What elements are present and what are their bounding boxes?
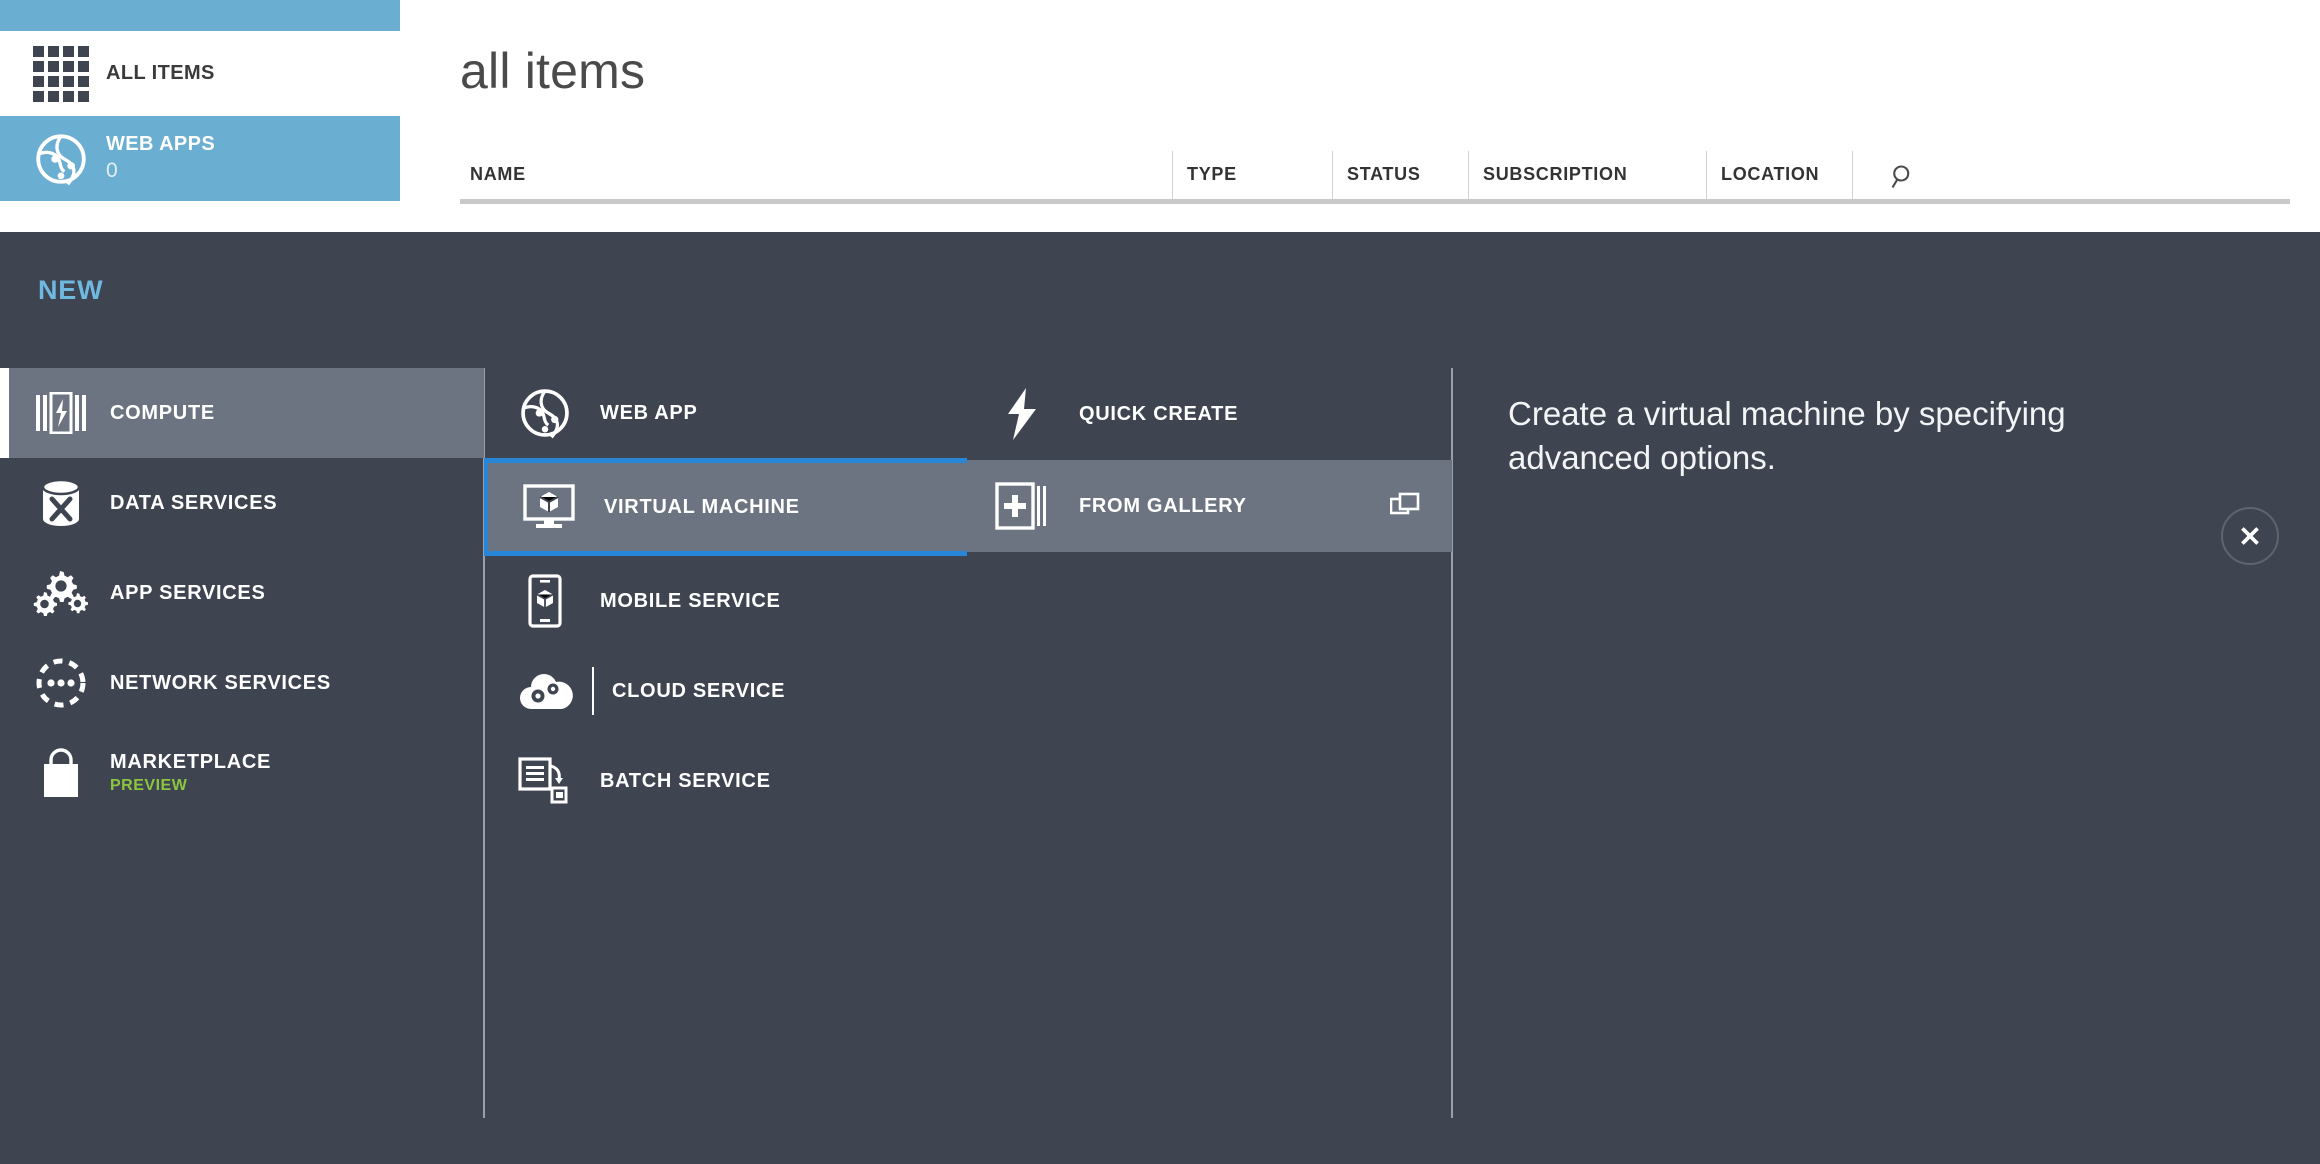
nav-item-label: WEB APPS bbox=[106, 133, 215, 156]
category-item-app-services[interactable]: APP SERVICES bbox=[0, 548, 484, 638]
new-panel-title: NEW bbox=[38, 275, 103, 306]
category-label: COMPUTE bbox=[110, 402, 215, 425]
azure-portal-root: ALL ITEMS WEB APPS 0 bbox=[0, 0, 2320, 1164]
column-header-subscription[interactable]: SUBSCRIPTION bbox=[1468, 151, 1706, 199]
nav-item-all-items[interactable]: ALL ITEMS bbox=[0, 31, 400, 116]
category-item-marketplace[interactable]: MARKETPLACE PREVIEW bbox=[0, 728, 484, 818]
grid-icon bbox=[24, 46, 98, 102]
category-item-network-services[interactable]: NETWORK SERVICES bbox=[0, 638, 484, 728]
action-label: FROM GALLERY bbox=[1079, 495, 1247, 518]
compute-icon bbox=[30, 385, 92, 441]
category-item-compute[interactable]: COMPUTE bbox=[0, 368, 484, 458]
category-sublabel-preview: PREVIEW bbox=[110, 777, 271, 795]
service-label: BATCH SERVICE bbox=[600, 770, 771, 793]
action-item-from-gallery[interactable]: FROM GALLERY bbox=[967, 460, 1452, 552]
category-label: NETWORK SERVICES bbox=[110, 672, 331, 695]
close-icon[interactable] bbox=[2221, 507, 2279, 565]
network-icon bbox=[30, 655, 92, 711]
action-label: QUICK CREATE bbox=[1079, 403, 1238, 426]
description-text: Create a virtual machine by specifying a… bbox=[1508, 392, 2168, 479]
database-icon bbox=[30, 475, 92, 531]
column-header-location[interactable]: LOCATION bbox=[1706, 151, 1852, 199]
service-item-web-app[interactable]: WEB APP bbox=[484, 368, 967, 458]
new-panel: NEW bbox=[0, 232, 2320, 1164]
search-icon[interactable] bbox=[1852, 151, 1952, 199]
monitor-box-icon bbox=[518, 479, 580, 535]
service-item-cloud-service[interactable]: CLOUD SERVICE bbox=[484, 646, 967, 736]
action-column: QUICK CREATE FROM GALLERY bbox=[967, 368, 1452, 552]
globe-icon bbox=[514, 385, 576, 441]
category-label: DATA SERVICES bbox=[110, 492, 277, 515]
service-label: MOBILE SERVICE bbox=[600, 590, 781, 613]
service-label: WEB APP bbox=[600, 402, 698, 425]
shopping-bag-icon bbox=[30, 745, 92, 801]
nav-item-web-apps[interactable]: WEB APPS 0 bbox=[0, 116, 400, 201]
category-column: COMPUTE DATA SERVICES bbox=[0, 368, 484, 818]
lightning-icon bbox=[991, 386, 1053, 442]
items-table-header: NAME TYPE STATUS SUBSCRIPTION LOCATION bbox=[460, 152, 2290, 204]
left-nav-rail: ALL ITEMS WEB APPS 0 bbox=[0, 0, 400, 232]
cloud-service-separator bbox=[592, 667, 594, 715]
top-area: ALL ITEMS WEB APPS 0 bbox=[0, 0, 2320, 232]
service-item-virtual-machine[interactable]: VIRTUAL MACHINE bbox=[484, 458, 967, 556]
action-item-quick-create[interactable]: QUICK CREATE bbox=[967, 368, 1452, 460]
service-label: VIRTUAL MACHINE bbox=[604, 496, 800, 519]
service-item-mobile-service[interactable]: MOBILE SERVICE bbox=[484, 556, 967, 646]
windows-stack-icon[interactable] bbox=[1390, 492, 1420, 518]
nav-top-strip bbox=[0, 0, 400, 31]
globe-icon bbox=[24, 132, 98, 186]
column-header-type[interactable]: TYPE bbox=[1172, 151, 1332, 199]
page-title: all items bbox=[460, 42, 645, 100]
phone-box-icon bbox=[514, 573, 576, 629]
batch-icon bbox=[514, 753, 576, 809]
nav-item-label: ALL ITEMS bbox=[106, 62, 215, 85]
category-label: MARKETPLACE bbox=[110, 751, 271, 774]
column-header-status[interactable]: STATUS bbox=[1332, 151, 1468, 199]
nav-item-count: 0 bbox=[106, 158, 215, 183]
cloud-gears-icon bbox=[514, 663, 576, 719]
gears-icon bbox=[30, 565, 92, 621]
category-label: APP SERVICES bbox=[110, 582, 266, 605]
content-header: all items NAME TYPE STATUS SUBSCRIPTION … bbox=[400, 0, 2320, 232]
column-header-name[interactable]: NAME bbox=[460, 151, 1172, 199]
gallery-plus-icon bbox=[991, 478, 1053, 534]
service-item-batch-service[interactable]: BATCH SERVICE bbox=[484, 736, 967, 826]
category-item-data-services[interactable]: DATA SERVICES bbox=[0, 458, 484, 548]
service-label: CLOUD SERVICE bbox=[612, 680, 785, 703]
service-column: WEB APP VIRTUAL MACHINE bbox=[484, 368, 967, 826]
